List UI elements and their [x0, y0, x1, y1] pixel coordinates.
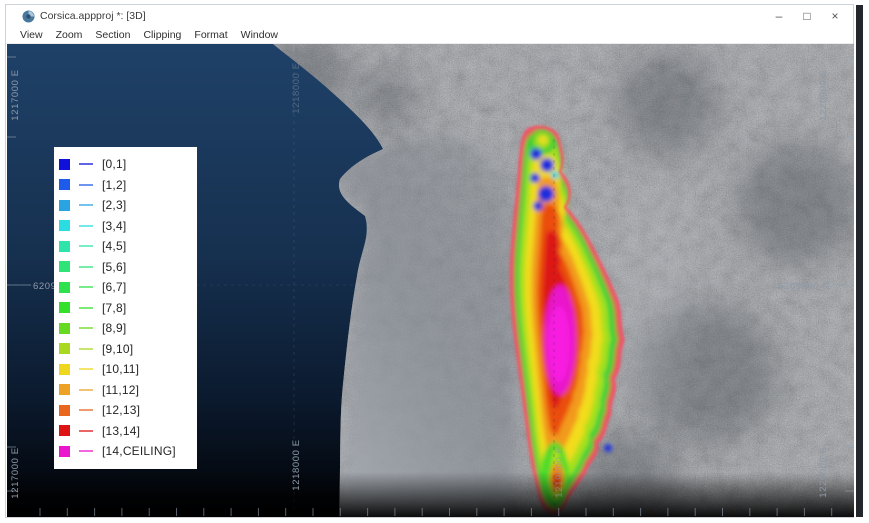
menu-zoom[interactable]: Zoom — [54, 29, 85, 41]
legend-dash — [79, 163, 93, 165]
legend-swatch — [59, 282, 70, 293]
legend-swatch — [59, 425, 70, 436]
legend-swatch — [59, 220, 70, 231]
legend-label: [1,2] — [102, 178, 126, 192]
axis-label-northing-right: 6209000 N — [778, 281, 830, 292]
window-title: Corsica.appproj *: [3D] — [40, 10, 146, 22]
menu-section[interactable]: Section — [93, 29, 132, 41]
legend-row[interactable]: [10,11] — [54, 359, 197, 380]
close-button[interactable]: × — [821, 6, 849, 26]
axis-label-easting-top-mid: 1218000 E — [291, 62, 302, 113]
menu-view[interactable]: View — [18, 29, 45, 41]
legend-dash — [79, 348, 93, 350]
legend-dash — [79, 389, 93, 391]
menu-format[interactable]: Format — [192, 29, 229, 41]
legend-row[interactable]: [6,7] — [54, 277, 197, 298]
legend-dash — [79, 184, 93, 186]
legend-label: [9,10] — [102, 342, 133, 356]
legend-label: [5,6] — [102, 260, 126, 274]
legend-rows: [0,1] [1,2] [2,3] [3,4] [4,5] [5,6] [6,7… — [54, 154, 197, 462]
legend-label: [13,14] — [102, 424, 140, 438]
terrain-smooth-slope — [337, 137, 519, 514]
legend-row[interactable]: [7,8] — [54, 298, 197, 319]
legend-swatch — [59, 179, 70, 190]
legend-dash — [79, 204, 93, 206]
legend-swatch — [59, 323, 70, 334]
bottom-fade — [7, 472, 854, 517]
legend-dash — [79, 430, 93, 432]
axis-label-easting-bottom-mid: 1218000 E — [291, 439, 302, 490]
axis-label-easting-top-left: 1217000 E — [10, 69, 21, 120]
legend-swatch — [59, 343, 70, 354]
legend-row[interactable]: [8,9] — [54, 318, 197, 339]
legend-dash — [79, 266, 93, 268]
legend-dash — [79, 307, 93, 309]
legend-swatch — [59, 446, 70, 457]
axis-label-easting-bottom-mid2: 1219000 E — [554, 446, 565, 497]
app-icon — [22, 10, 35, 23]
window-edge-shadow — [856, 5, 863, 517]
legend-row[interactable]: [12,13] — [54, 400, 197, 421]
menu-bar: View Zoom Section Clipping Format Window — [6, 27, 853, 44]
legend-row[interactable]: [4,5] — [54, 236, 197, 257]
legend-dash — [79, 327, 93, 329]
legend-row[interactable]: [2,3] — [54, 195, 197, 216]
maximize-button[interactable]: □ — [793, 6, 821, 26]
title-bar: Corsica.appproj *: [3D] – □ × — [6, 5, 853, 27]
legend-swatch — [59, 200, 70, 211]
legend-row[interactable]: [0,1] — [54, 154, 197, 175]
legend-row[interactable]: [13,14] — [54, 421, 197, 442]
legend-swatch — [59, 159, 70, 170]
legend-dash — [79, 286, 93, 288]
window-controls: – □ × — [765, 6, 853, 26]
legend-label: [7,8] — [102, 301, 126, 315]
legend-swatch — [59, 405, 70, 416]
legend-label: [6,7] — [102, 280, 126, 294]
legend-row[interactable]: [3,4] — [54, 216, 197, 237]
axis-label-easting-bottom-left: 1217000 E — [10, 447, 21, 498]
legend-row[interactable]: [5,6] — [54, 257, 197, 278]
axis-label-easting-top-right: 1220000 E — [818, 69, 829, 120]
legend-panel[interactable]: [0,1] [1,2] [2,3] [3,4] [4,5] [5,6] [6,7… — [54, 147, 197, 469]
legend-dash — [79, 450, 93, 452]
legend-label: [3,4] — [102, 219, 126, 233]
axis-label-easting-bottom-right: 1220000 E — [818, 446, 829, 497]
legend-row[interactable]: [1,2] — [54, 175, 197, 196]
legend-label: [10,11] — [102, 362, 139, 376]
menu-window[interactable]: Window — [239, 29, 280, 41]
app-window: Corsica.appproj *: [3D] – □ × View Zoom … — [5, 4, 854, 518]
legend-swatch — [59, 261, 70, 272]
legend-dash — [79, 225, 93, 227]
legend-swatch — [59, 364, 70, 375]
viewport-3d[interactable]: 1217000 E 1217000 E 1218000 E 1218000 E … — [7, 44, 854, 517]
legend-row[interactable]: [11,12] — [54, 380, 197, 401]
axis-label-easting-top-mid2: 1219000 E — [545, 58, 556, 109]
minimize-button[interactable]: – — [765, 6, 793, 26]
legend-dash — [79, 409, 93, 411]
legend-label: [11,12] — [102, 383, 139, 397]
legend-row[interactable]: [9,10] — [54, 339, 197, 360]
legend-swatch — [59, 384, 70, 395]
legend-label: [14,CEILING] — [102, 444, 176, 458]
legend-label: [4,5] — [102, 239, 126, 253]
legend-swatch — [59, 302, 70, 313]
legend-label: [2,3] — [102, 198, 126, 212]
legend-swatch — [59, 241, 70, 252]
screenshot-stage: Corsica.appproj *: [3D] – □ × View Zoom … — [0, 0, 869, 523]
legend-label: [8,9] — [102, 321, 126, 335]
legend-dash — [79, 368, 93, 370]
menu-clipping[interactable]: Clipping — [141, 29, 183, 41]
legend-label: [12,13] — [102, 403, 140, 417]
legend-row[interactable]: [14,CEILING] — [54, 441, 197, 462]
legend-label: [0,1] — [102, 157, 126, 171]
legend-dash — [79, 245, 93, 247]
